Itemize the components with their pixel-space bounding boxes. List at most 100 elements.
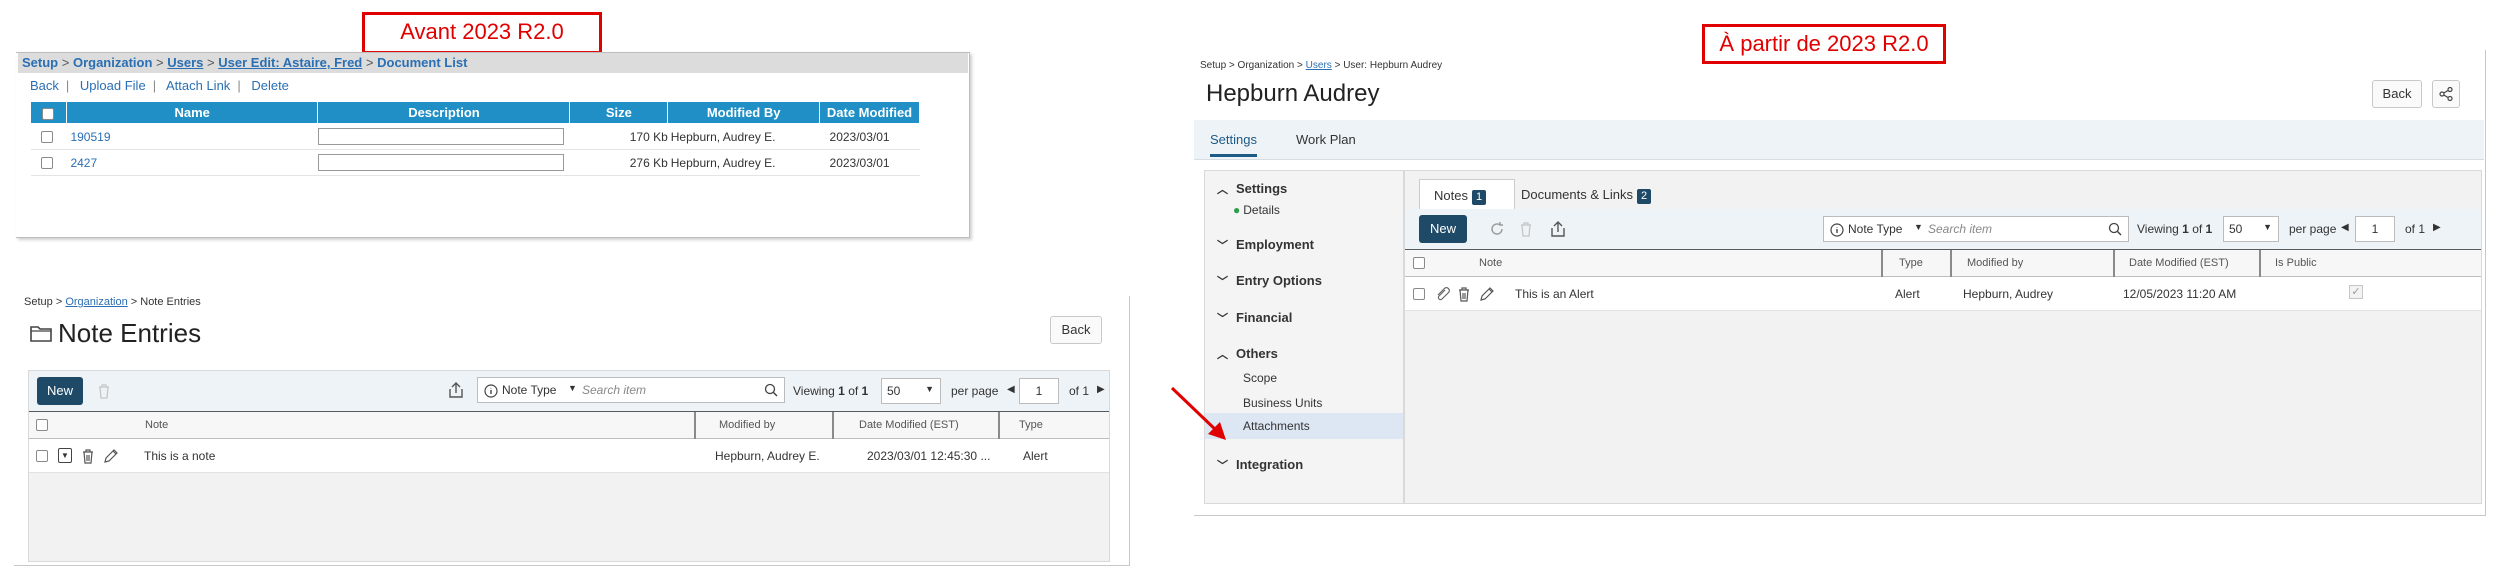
sidebar-group-financial[interactable]: ﹀ Financial	[1217, 310, 1292, 326]
search-input[interactable]: Search item	[582, 383, 646, 397]
sidebar-item-attachments[interactable]: Attachments	[1205, 413, 1403, 439]
column-header-type[interactable]: Type	[1899, 257, 1923, 269]
search-input[interactable]: Search item	[1928, 222, 1992, 236]
sidebar-group-employment[interactable]: ﹀ Employment	[1217, 237, 1314, 253]
export-icon[interactable]	[447, 381, 465, 399]
edit-pencil-icon[interactable]	[1479, 286, 1495, 302]
page-title: Note Entries	[58, 318, 202, 348]
prev-page-icon[interactable]: ◀	[2341, 222, 2349, 233]
share-button[interactable]	[2432, 80, 2460, 108]
top-tabs: Settings Work Plan	[1194, 120, 2484, 160]
grid-header: Note Modified by Date Modified (EST) Typ…	[29, 411, 1109, 439]
trash-icon[interactable]	[1457, 286, 1471, 302]
document-name-link[interactable]: 190519	[66, 123, 318, 150]
before-version-label: Avant 2023 R2.0	[362, 12, 602, 54]
breadcrumb-organization[interactable]: Organization	[73, 55, 152, 70]
breadcrumb-setup[interactable]: Setup	[22, 55, 58, 70]
select-all-checkbox[interactable]	[42, 107, 55, 120]
column-header-modified-by[interactable]: Modified by	[1967, 257, 2023, 269]
tab-notes[interactable]: Notes 1	[1419, 179, 1515, 209]
column-header-modified-by[interactable]: Modified By	[667, 101, 821, 124]
back-button[interactable]: Back	[2372, 80, 2422, 108]
chevron-down-icon: ▼	[568, 383, 577, 393]
page-size-select[interactable]: 50 ▼	[881, 378, 941, 404]
breadcrumb-users[interactable]: Users	[167, 55, 203, 70]
tab-work-plan[interactable]: Work Plan	[1296, 132, 1356, 147]
breadcrumb-users[interactable]: Users	[1306, 60, 1332, 71]
notes-count-badge: 1	[1471, 190, 1487, 205]
back-button[interactable]: Back	[1050, 316, 1102, 344]
sidebar-item-details[interactable]: ● Details	[1233, 203, 1280, 217]
modified-by-cell: Hepburn, Audrey E.	[667, 149, 820, 176]
sidebar-group-integration[interactable]: ﹀ Integration	[1217, 457, 1303, 473]
row-checkbox[interactable]	[40, 157, 53, 170]
trash-icon[interactable]	[97, 383, 111, 399]
column-header-size[interactable]: Size	[569, 101, 669, 124]
sidebar-group-others[interactable]: ︿ Others	[1217, 346, 1278, 362]
next-page-icon[interactable]: ▶	[2433, 222, 2441, 233]
search-icon[interactable]	[2108, 222, 2122, 236]
column-header-modified-by[interactable]: Modified by	[719, 419, 775, 431]
refresh-icon[interactable]	[1489, 221, 1505, 237]
edit-pencil-icon[interactable]	[103, 448, 119, 464]
description-input[interactable]	[317, 128, 564, 145]
row-checkbox[interactable]	[40, 131, 53, 144]
delete-link[interactable]: Delete	[251, 78, 289, 93]
select-all-checkbox[interactable]	[36, 419, 48, 431]
note-type-filter[interactable]: Note Type	[1848, 222, 1902, 236]
info-icon	[1830, 223, 1844, 237]
document-name-link[interactable]: 2427	[66, 149, 318, 176]
sidebar-group-entry-options[interactable]: ﹀ Entry Options	[1217, 273, 1322, 289]
upload-file-link[interactable]: Upload File	[80, 78, 146, 93]
table-row: ▼ This is a note Hepburn, Audrey E. 2023…	[29, 439, 1109, 473]
column-header-date-modified[interactable]: Date Modified (EST)	[2129, 257, 2229, 269]
search-icon[interactable]	[764, 383, 778, 397]
breadcrumb-setup[interactable]: Setup	[24, 296, 53, 308]
chevron-up-icon: ︿	[1217, 349, 1228, 361]
note-type-filter[interactable]: Note Type	[502, 383, 556, 397]
notes-grid-panel: New Note Type ▼ Search item Viewing 1 of…	[28, 370, 1110, 562]
trash-icon[interactable]	[81, 448, 95, 464]
sidebar-group-settings[interactable]: ︿ Settings	[1217, 181, 1287, 197]
export-icon[interactable]	[1549, 220, 1567, 238]
trash-icon[interactable]	[1519, 221, 1533, 237]
table-row: 2427 276 Kb Hepburn, Audrey E. 2023/03/0…	[30, 149, 920, 176]
new-button[interactable]: New	[1419, 215, 1467, 243]
date-modified-cell: 12/05/2023 11:20 AM	[2123, 287, 2237, 301]
page-number-input[interactable]: 1	[1019, 378, 1059, 404]
row-expand-icon[interactable]: ▼	[58, 448, 72, 463]
breadcrumb-setup[interactable]: Setup	[1200, 60, 1226, 71]
new-button[interactable]: New	[37, 377, 83, 405]
select-all-checkbox[interactable]	[1413, 257, 1425, 269]
tab-settings[interactable]: Settings	[1210, 132, 1257, 157]
breadcrumb-user: User: Hepburn Audrey	[1343, 60, 1443, 71]
column-header-description[interactable]: Description	[317, 101, 571, 124]
chevron-down-icon: ﹀	[1217, 313, 1228, 325]
page-number-input[interactable]: 1	[2355, 216, 2395, 242]
breadcrumb-user-edit[interactable]: User Edit: Astaire, Fred	[218, 55, 362, 70]
prev-page-icon[interactable]: ◀	[1007, 384, 1015, 395]
search-box: Note Type ▼ Search item	[1823, 216, 2129, 242]
sidebar-item-scope[interactable]: Scope	[1243, 371, 1277, 385]
column-header-date-modified[interactable]: Date Modified (EST)	[859, 419, 959, 431]
next-page-icon[interactable]: ▶	[1097, 384, 1105, 395]
column-header-date-modified[interactable]: Date Modified	[819, 101, 920, 124]
breadcrumb-organization[interactable]: Organization	[1238, 60, 1295, 71]
attach-link-link[interactable]: Attach Link	[166, 78, 230, 93]
page-size-select[interactable]: 50 ▼	[2223, 216, 2279, 242]
back-link[interactable]: Back	[30, 78, 59, 93]
tab-documents-links[interactable]: Documents & Links 2	[1521, 187, 1652, 204]
column-header-note[interactable]: Note	[1479, 257, 1502, 269]
is-public-checkbox[interactable]: ✓	[2349, 285, 2363, 299]
row-checkbox[interactable]	[36, 450, 48, 462]
sidebar-item-business-units[interactable]: Business Units	[1243, 396, 1322, 410]
column-header-note[interactable]: Note	[145, 419, 168, 431]
breadcrumb-organization[interactable]: Organization	[65, 296, 127, 308]
column-header-type[interactable]: Type	[1019, 419, 1043, 431]
description-input[interactable]	[317, 154, 564, 171]
document-table: Name Description Size Modified By Date M…	[30, 101, 920, 176]
column-header-is-public[interactable]: Is Public	[2275, 257, 2317, 269]
paperclip-icon[interactable]	[1435, 286, 1451, 302]
row-checkbox[interactable]	[1413, 288, 1425, 300]
column-header-name[interactable]: Name	[65, 101, 319, 124]
